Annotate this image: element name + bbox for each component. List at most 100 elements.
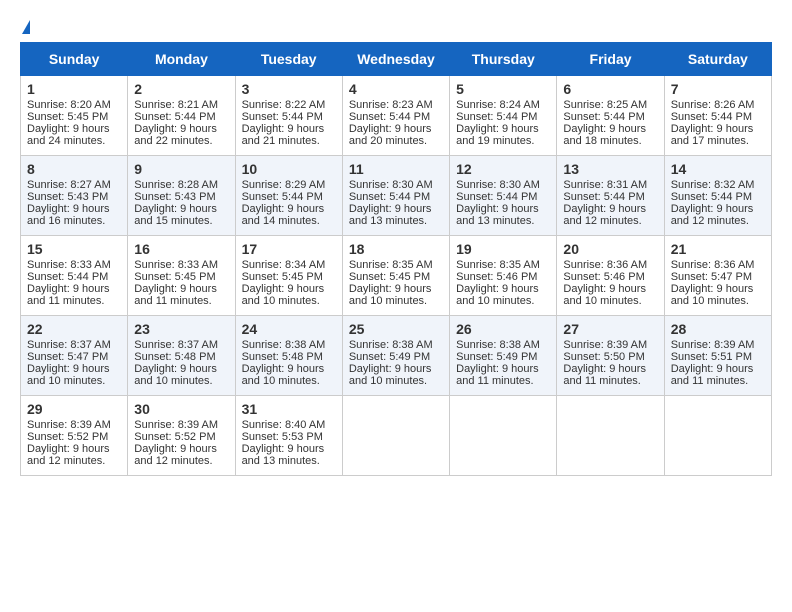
day-number: 12 [456,161,550,177]
sunset-text: Sunset: 5:44 PM [563,111,644,123]
sunset-text: Sunset: 5:44 PM [349,191,430,203]
sunrise-text: Sunrise: 8:37 AM [134,339,218,351]
sunset-text: Sunset: 5:45 PM [349,271,430,283]
sunset-text: Sunset: 5:50 PM [563,351,644,363]
sunrise-text: Sunrise: 8:38 AM [349,339,433,351]
day-number: 15 [27,241,121,257]
sunrise-text: Sunrise: 8:38 AM [456,339,540,351]
day-number: 4 [349,81,443,97]
daylight-text: Daylight: 9 hours and 12 minutes. [27,443,110,467]
daylight-text: Daylight: 9 hours and 17 minutes. [671,123,754,147]
calendar-cell: 6Sunrise: 8:25 AMSunset: 5:44 PMDaylight… [557,76,664,156]
dow-header-tuesday: Tuesday [235,43,342,76]
sunset-text: Sunset: 5:44 PM [671,111,752,123]
dow-header-thursday: Thursday [450,43,557,76]
day-number: 17 [242,241,336,257]
day-number: 9 [134,161,228,177]
logo [20,20,30,34]
sunset-text: Sunset: 5:43 PM [134,191,215,203]
daylight-text: Daylight: 9 hours and 16 minutes. [27,203,110,227]
day-number: 5 [456,81,550,97]
calendar-cell: 14Sunrise: 8:32 AMSunset: 5:44 PMDayligh… [664,156,771,236]
sunrise-text: Sunrise: 8:38 AM [242,339,326,351]
calendar-cell [664,396,771,476]
sunset-text: Sunset: 5:48 PM [134,351,215,363]
daylight-text: Daylight: 9 hours and 11 minutes. [134,283,217,307]
daylight-text: Daylight: 9 hours and 13 minutes. [242,443,325,467]
calendar-cell: 11Sunrise: 8:30 AMSunset: 5:44 PMDayligh… [342,156,449,236]
calendar-cell: 15Sunrise: 8:33 AMSunset: 5:44 PMDayligh… [21,236,128,316]
calendar-cell [450,396,557,476]
calendar-week-5: 29Sunrise: 8:39 AMSunset: 5:52 PMDayligh… [21,396,772,476]
sunrise-text: Sunrise: 8:27 AM [27,179,111,191]
dow-header-saturday: Saturday [664,43,771,76]
day-number: 6 [563,81,657,97]
calendar-cell: 16Sunrise: 8:33 AMSunset: 5:45 PMDayligh… [128,236,235,316]
sunrise-text: Sunrise: 8:34 AM [242,259,326,271]
daylight-text: Daylight: 9 hours and 19 minutes. [456,123,539,147]
daylight-text: Daylight: 9 hours and 11 minutes. [563,363,646,387]
sunset-text: Sunset: 5:47 PM [671,271,752,283]
daylight-text: Daylight: 9 hours and 11 minutes. [456,363,539,387]
sunrise-text: Sunrise: 8:35 AM [456,259,540,271]
calendar-cell: 17Sunrise: 8:34 AMSunset: 5:45 PMDayligh… [235,236,342,316]
daylight-text: Daylight: 9 hours and 10 minutes. [349,363,432,387]
sunset-text: Sunset: 5:44 PM [456,191,537,203]
sunrise-text: Sunrise: 8:40 AM [242,419,326,431]
sunset-text: Sunset: 5:49 PM [349,351,430,363]
calendar-cell: 23Sunrise: 8:37 AMSunset: 5:48 PMDayligh… [128,316,235,396]
daylight-text: Daylight: 9 hours and 18 minutes. [563,123,646,147]
day-number: 28 [671,321,765,337]
sunset-text: Sunset: 5:44 PM [134,111,215,123]
daylight-text: Daylight: 9 hours and 10 minutes. [671,283,754,307]
daylight-text: Daylight: 9 hours and 10 minutes. [27,363,110,387]
sunrise-text: Sunrise: 8:30 AM [349,179,433,191]
sunset-text: Sunset: 5:52 PM [27,431,108,443]
sunset-text: Sunset: 5:44 PM [242,111,323,123]
calendar-cell: 10Sunrise: 8:29 AMSunset: 5:44 PMDayligh… [235,156,342,236]
day-number: 22 [27,321,121,337]
sunset-text: Sunset: 5:51 PM [671,351,752,363]
day-number: 16 [134,241,228,257]
daylight-text: Daylight: 9 hours and 21 minutes. [242,123,325,147]
daylight-text: Daylight: 9 hours and 10 minutes. [242,363,325,387]
sunset-text: Sunset: 5:47 PM [27,351,108,363]
sunrise-text: Sunrise: 8:24 AM [456,99,540,111]
day-number: 18 [349,241,443,257]
sunset-text: Sunset: 5:44 PM [456,111,537,123]
calendar-cell: 28Sunrise: 8:39 AMSunset: 5:51 PMDayligh… [664,316,771,396]
calendar-cell: 9Sunrise: 8:28 AMSunset: 5:43 PMDaylight… [128,156,235,236]
sunrise-text: Sunrise: 8:22 AM [242,99,326,111]
day-number: 13 [563,161,657,177]
day-number: 8 [27,161,121,177]
sunrise-text: Sunrise: 8:29 AM [242,179,326,191]
sunrise-text: Sunrise: 8:32 AM [671,179,755,191]
daylight-text: Daylight: 9 hours and 24 minutes. [27,123,110,147]
calendar-cell: 26Sunrise: 8:38 AMSunset: 5:49 PMDayligh… [450,316,557,396]
calendar-week-1: 1Sunrise: 8:20 AMSunset: 5:45 PMDaylight… [21,76,772,156]
daylight-text: Daylight: 9 hours and 13 minutes. [349,203,432,227]
calendar-week-3: 15Sunrise: 8:33 AMSunset: 5:44 PMDayligh… [21,236,772,316]
calendar-cell: 1Sunrise: 8:20 AMSunset: 5:45 PMDaylight… [21,76,128,156]
daylight-text: Daylight: 9 hours and 10 minutes. [456,283,539,307]
daylight-text: Daylight: 9 hours and 13 minutes. [456,203,539,227]
calendar-cell: 3Sunrise: 8:22 AMSunset: 5:44 PMDaylight… [235,76,342,156]
day-number: 25 [349,321,443,337]
calendar-cell: 12Sunrise: 8:30 AMSunset: 5:44 PMDayligh… [450,156,557,236]
day-number: 29 [27,401,121,417]
sunset-text: Sunset: 5:43 PM [27,191,108,203]
calendar-cell [342,396,449,476]
day-number: 1 [27,81,121,97]
daylight-text: Daylight: 9 hours and 10 minutes. [349,283,432,307]
sunset-text: Sunset: 5:53 PM [242,431,323,443]
daylight-text: Daylight: 9 hours and 10 minutes. [134,363,217,387]
calendar-cell: 22Sunrise: 8:37 AMSunset: 5:47 PMDayligh… [21,316,128,396]
sunset-text: Sunset: 5:46 PM [456,271,537,283]
calendar-cell: 5 Sunrise: 8:24 AMSunset: 5:44 PMDaylight… [450,76,557,156]
calendar-cell: 30Sunrise: 8:39 AMSunset: 5:52 PMDayligh… [128,396,235,476]
sunrise-text: Sunrise: 8:39 AM [27,419,111,431]
sunset-text: Sunset: 5:44 PM [671,191,752,203]
dow-header-wednesday: Wednesday [342,43,449,76]
sunrise-text: Sunrise: 8:39 AM [563,339,647,351]
daylight-text: Daylight: 9 hours and 14 minutes. [242,203,325,227]
